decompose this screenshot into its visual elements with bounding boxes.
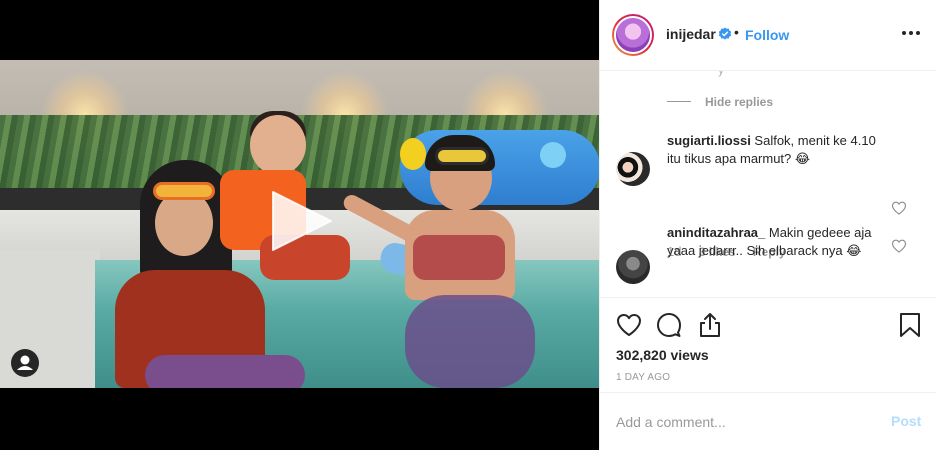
avatar[interactable]: [612, 14, 654, 56]
comments-list[interactable]: y Hide replies sugiarti.liossi Salfok, m…: [600, 71, 936, 297]
comment-username[interactable]: sugiarti.liossi: [667, 133, 751, 148]
play-icon: [272, 191, 332, 251]
comment-text: aninditazahraa_ Makin gedeee aja yaaa je…: [667, 224, 889, 260]
share-icon[interactable]: [697, 312, 723, 338]
woman-in-mermaid-tail: [335, 135, 565, 388]
comment-input[interactable]: [616, 410, 876, 434]
commenter-avatar[interactable]: [616, 152, 650, 186]
verified-badge-icon: [718, 27, 732, 40]
commenter-avatar[interactable]: [616, 250, 650, 284]
heart-icon[interactable]: [616, 312, 642, 338]
hide-replies-button[interactable]: Hide replies: [667, 93, 773, 109]
comment-username[interactable]: aninditazahraa_: [667, 225, 765, 240]
view-count[interactable]: 302,820 views: [616, 347, 709, 363]
post-header: inijedar • Follow: [600, 0, 936, 71]
comment-like-icon[interactable]: [891, 200, 907, 216]
hide-replies-label: Hide replies: [705, 94, 774, 109]
post-timestamp[interactable]: 1 DAY AGO: [616, 372, 670, 383]
comment-text: sugiarti.liossi Salfok, menit ke 4.10 it…: [667, 132, 889, 168]
post-sidebar: inijedar • Follow y Hide replies sugiart…: [599, 0, 936, 450]
comment-like-icon[interactable]: [891, 238, 907, 254]
replies-divider: [667, 101, 691, 103]
post-username[interactable]: inijedar: [666, 26, 716, 42]
post-button[interactable]: Post: [891, 413, 921, 429]
video-player[interactable]: [0, 0, 599, 450]
follow-button[interactable]: Follow: [745, 27, 789, 43]
comment-icon[interactable]: [656, 312, 682, 338]
account-icon[interactable]: [11, 349, 39, 377]
bookmark-icon[interactable]: [897, 312, 923, 338]
more-options-icon[interactable]: [900, 22, 922, 44]
instagram-post-modal: inijedar • Follow y Hide replies sugiart…: [0, 0, 936, 450]
post-actions: 302,820 views 1 DAY AGO: [600, 297, 936, 392]
separator: •: [734, 24, 739, 40]
play-button[interactable]: [271, 190, 333, 252]
add-comment-bar: Post: [600, 392, 936, 450]
partial-reply-text: y: [718, 71, 724, 77]
